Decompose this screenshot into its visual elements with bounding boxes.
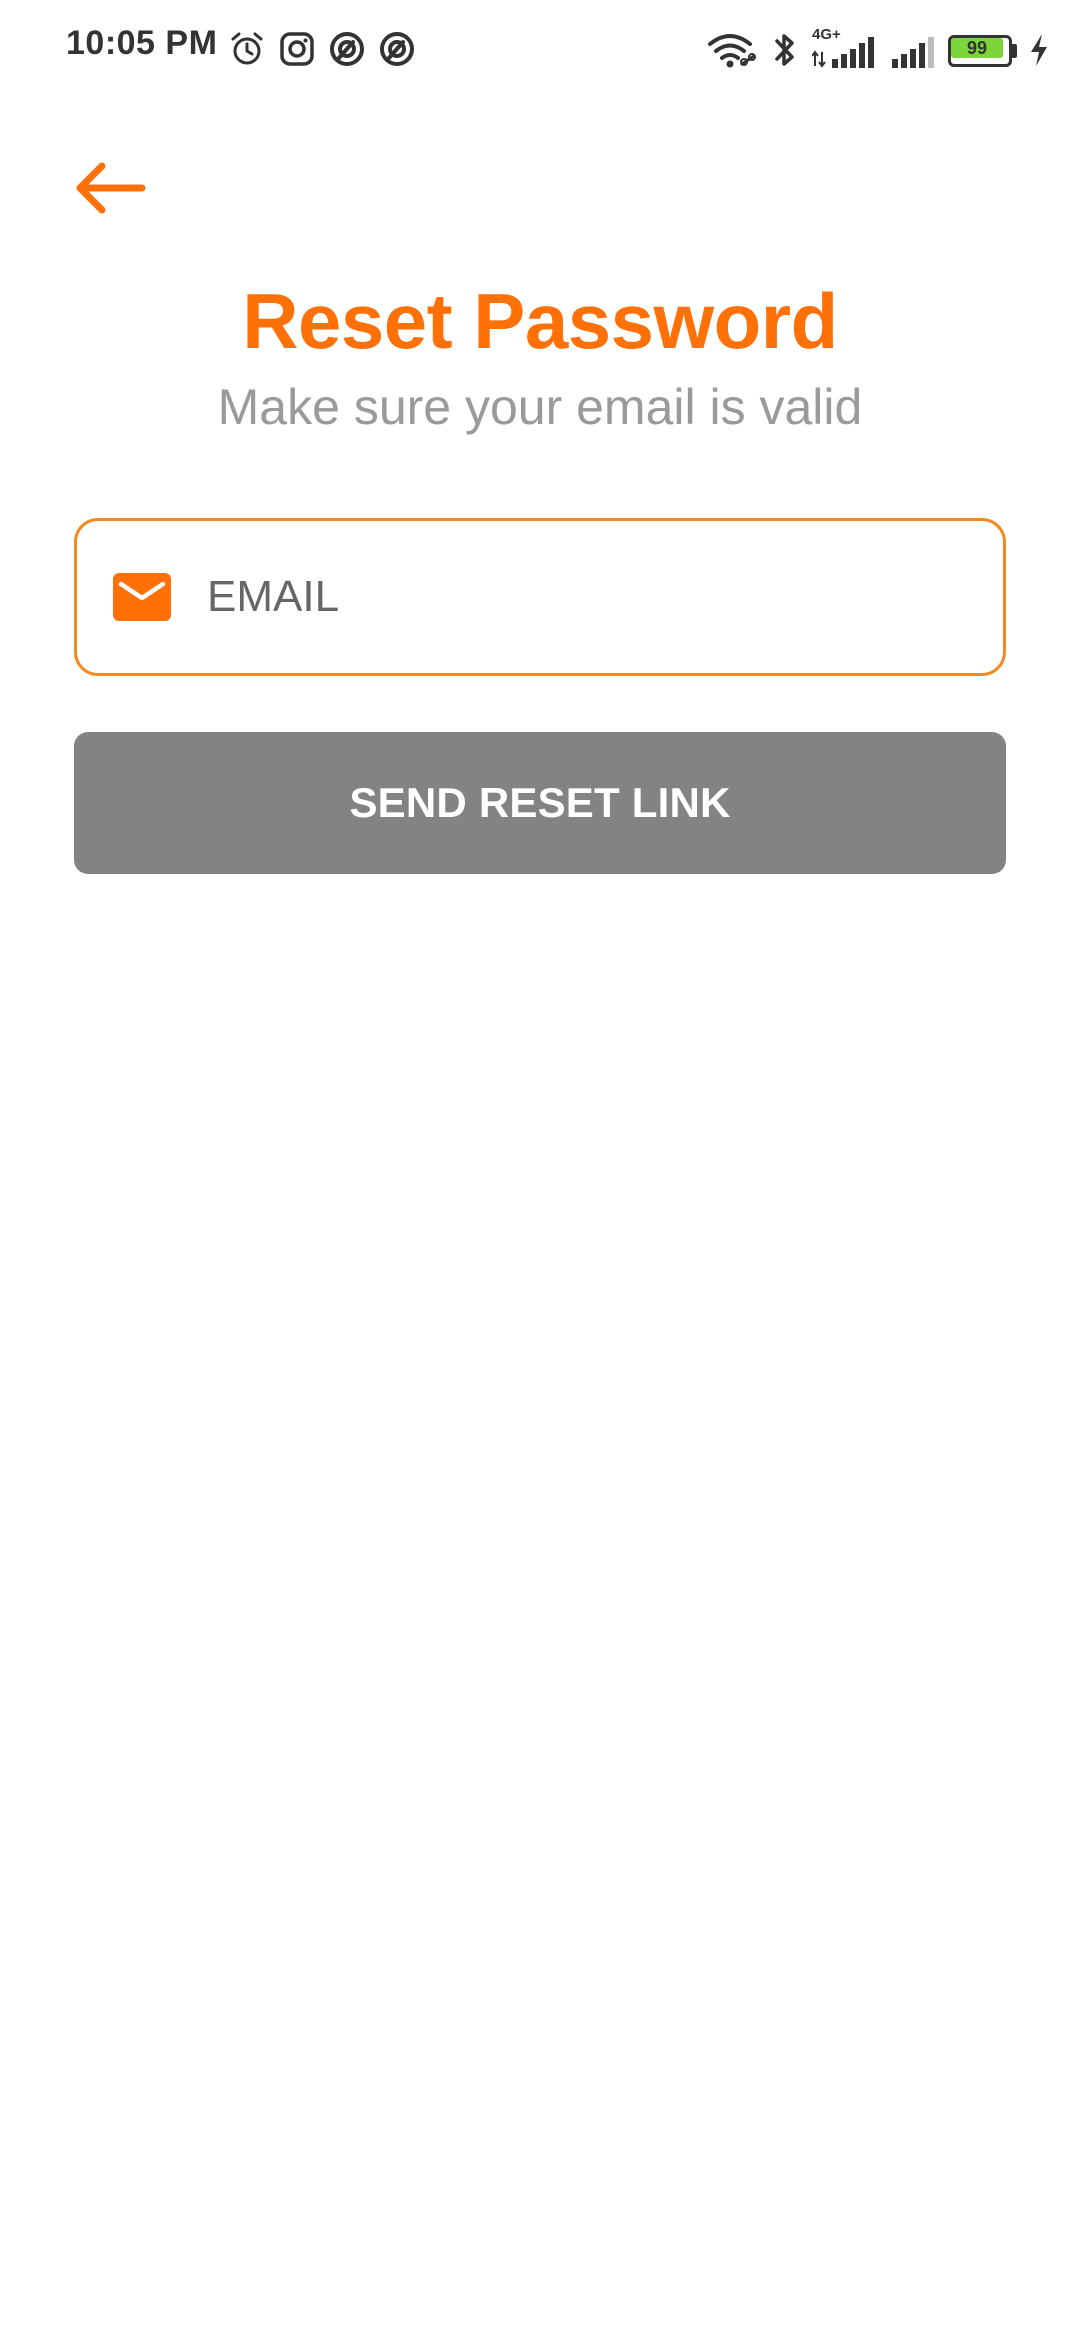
email-field[interactable] xyxy=(74,518,1006,676)
status-bar: 10:05 PM 4G+ 99 xyxy=(0,0,1080,100)
app-notification-icon xyxy=(378,30,416,70)
signal-icon xyxy=(890,30,934,70)
notification-icons xyxy=(228,30,416,70)
bluetooth-icon xyxy=(772,30,798,70)
status-time: 10:05 PM xyxy=(66,24,218,62)
battery-icon: 99 xyxy=(948,35,1017,67)
alarm-icon xyxy=(228,30,266,70)
system-icons: 4G+ 99 xyxy=(706,26,1050,72)
email-input[interactable] xyxy=(207,557,967,637)
battery-cap xyxy=(1012,44,1017,58)
send-reset-link-button[interactable]: SEND RESET LINK xyxy=(74,732,1006,874)
arrow-left-icon xyxy=(72,158,148,218)
back-button[interactable] xyxy=(72,158,148,218)
instagram-icon xyxy=(278,30,316,70)
page-title: Reset Password xyxy=(242,277,838,365)
wifi-icon xyxy=(706,30,758,70)
charging-icon xyxy=(1028,32,1050,68)
page-subtitle: Make sure your email is valid xyxy=(217,379,863,435)
signal-icon: 4G+ xyxy=(812,26,876,70)
app-notification-icon xyxy=(328,30,366,70)
mail-icon xyxy=(113,573,171,621)
battery-level: 99 xyxy=(966,38,988,58)
